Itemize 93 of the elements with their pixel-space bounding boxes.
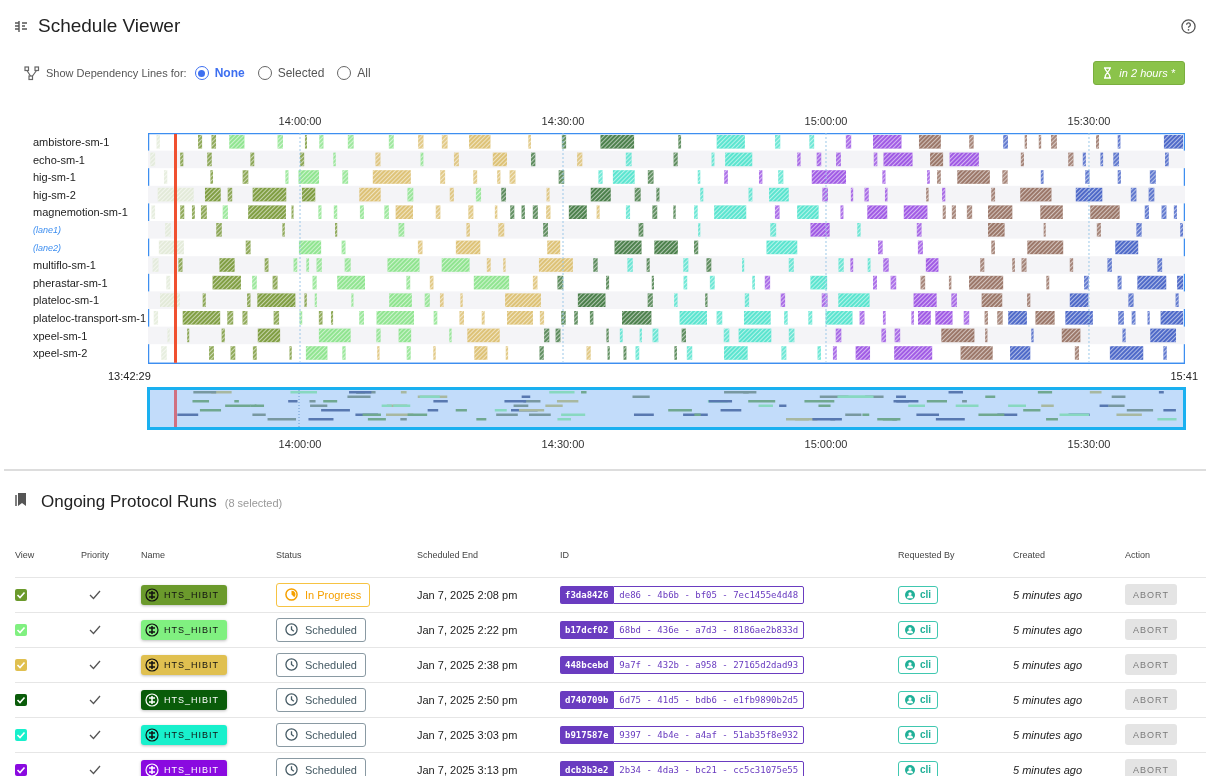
run-id: b917587e 9397 - 4b4e - a4af - 51ab35f8e932 [560, 725, 805, 744]
requester-badge: cli [898, 690, 939, 709]
column-header: Requested By [898, 541, 1013, 578]
check-icon [89, 729, 101, 740]
page-title: Schedule Viewer [38, 15, 182, 37]
dependency-icon [24, 65, 40, 81]
range-end-label: 15:41 [1170, 369, 1198, 384]
protocol-name-badge: HTS_HIBIT [141, 584, 227, 605]
check-icon [89, 659, 101, 670]
lane-label: hig-sm-2 [33, 187, 77, 203]
run-id: d740709b 6d75 - 41d5 - bdb6 - e1fb9890b2d5 [560, 690, 805, 709]
column-header: Scheduled End [417, 541, 560, 578]
view-checkbox[interactable] [15, 588, 27, 601]
time-axis-label: 14:00:00 [278, 115, 322, 127]
column-header: ID [560, 541, 898, 578]
time-axis-label: 14:30:00 [541, 437, 585, 450]
column-header: Name [141, 541, 276, 578]
lane-label: xpeel-sm-1 [33, 328, 89, 344]
protocol-name-badge: HTS_HIBIT [141, 689, 227, 710]
time-axis-label: 15:00:00 [804, 115, 848, 127]
lane-label: (lane1) [33, 223, 62, 237]
time-axis-label: 15:30:00 [1067, 437, 1111, 450]
view-checkbox[interactable] [15, 763, 27, 776]
schedule-icon [14, 19, 28, 33]
check-icon [89, 589, 101, 600]
check-icon [89, 764, 101, 775]
table-cell: Jan 7, 2025 3:03 pm [417, 717, 560, 753]
lane-label: hig-sm-1 [33, 170, 77, 186]
clock-icon [285, 623, 298, 637]
requester-badge: cli [898, 620, 939, 639]
run-id: b17dcf02 68bd - 436e - a7d3 - 8186ae2b833d [560, 620, 805, 639]
status-badge: Scheduled [276, 652, 366, 677]
column-header: View [15, 541, 81, 578]
selected-count: (8 selected) [224, 496, 283, 509]
lane-label: echo-sm-1 [33, 152, 86, 168]
requester-badge: cli [898, 725, 939, 744]
view-checkbox[interactable] [15, 623, 27, 636]
protocol-name-badge: HTS_HIBIT [141, 759, 227, 776]
clock-icon [285, 658, 298, 672]
table-cell: Jan 7, 2025 2:08 pm [417, 577, 560, 613]
check-icon [89, 624, 101, 635]
requester-badge: cli [898, 585, 939, 604]
bookmark-icon [15, 491, 29, 507]
column-header: Status [276, 541, 417, 578]
lane-label: multiflo-sm-1 [33, 258, 97, 274]
status-badge: In Progress [276, 582, 371, 607]
section-title: Ongoing Protocol Runs [41, 491, 217, 512]
lane-label: (lane2) [33, 241, 62, 255]
radio-option[interactable]: None [194, 66, 245, 80]
range-start-label: 13:42:29 [108, 369, 151, 384]
status-badge: Scheduled [276, 687, 366, 712]
table-cell: Jan 7, 2025 2:38 pm [417, 647, 560, 683]
clock-icon [285, 693, 298, 707]
requester-badge: cli [898, 655, 939, 674]
timeline-overview-drawing[interactable] [147, 386, 1186, 430]
protocol-name-badge: HTS_HIBIT [141, 724, 227, 745]
status-badge: Scheduled [276, 722, 366, 747]
view-checkbox[interactable] [15, 658, 27, 671]
time-axis-label: 14:30:00 [541, 115, 585, 127]
view-checkbox[interactable] [15, 693, 27, 706]
radio-option[interactable]: Selected [257, 66, 325, 80]
time-axis-label: 14:00:00 [278, 437, 322, 450]
radio-option[interactable]: All [337, 66, 371, 80]
table-cell: Jan 7, 2025 2:50 pm [417, 682, 560, 718]
progress-icon [285, 588, 298, 602]
run-id: 448bcebd 9a7f - 432b - a958 - 27165d2dad93 [560, 655, 805, 674]
protocol-name-badge: HTS_HIBIT [141, 654, 227, 675]
status-badge: Scheduled [276, 757, 366, 776]
column-header: Priority [81, 541, 141, 578]
hourglass-icon [1103, 67, 1113, 79]
lane-label: magnemotion-sm-1 [33, 205, 129, 221]
lane-label: plateloc-sm-1 [33, 293, 101, 309]
dependency-lines-label: Show Dependency Lines for: [46, 67, 187, 79]
protocol-name-badge: HTS_HIBIT [141, 619, 227, 640]
lane-label: plateloc-transport-sm-1 [33, 310, 148, 326]
column-header: Created [1013, 541, 1125, 578]
table-cell: Jan 7, 2025 2:22 pm [417, 612, 560, 648]
column-header: Action [1125, 541, 1206, 578]
status-badge: Scheduled [276, 617, 366, 642]
lane-label: pherastar-sm-1 [33, 275, 109, 291]
check-icon [89, 694, 101, 705]
time-axis-label: 15:30:00 [1067, 115, 1111, 127]
requester-badge: cli [898, 760, 939, 776]
time-axis-label: 15:00:00 [804, 437, 848, 450]
view-checkbox[interactable] [15, 728, 27, 741]
lane-label: xpeel-sm-2 [33, 346, 89, 362]
run-id: dcb3b3e2 2b34 - 4da3 - bc21 - cc5c31075e55 [560, 760, 805, 776]
clock-icon [285, 728, 298, 742]
help-icon[interactable] [1181, 18, 1196, 34]
clock-icon [285, 763, 298, 776]
timer-button[interactable]: in 2 hours * [1093, 61, 1185, 85]
run-id: f3da8426 de86 - 4b6b - bf05 - 7ec1455e4d48 [560, 585, 805, 604]
lane-label: ambistore-sm-1 [33, 135, 111, 150]
